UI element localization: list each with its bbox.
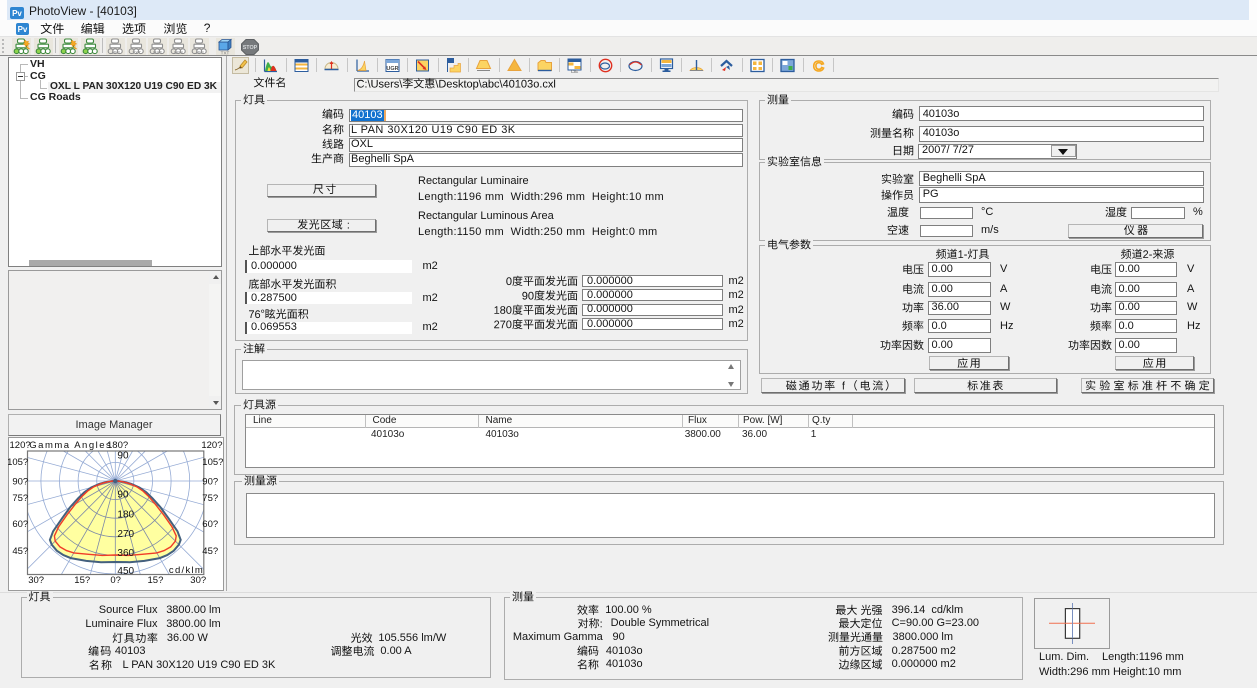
svg-text:45?: 45? — [202, 546, 218, 557]
svg-text:30?: 30? — [190, 575, 206, 586]
svg-text:90?: 90? — [202, 477, 218, 488]
svg-text:60?: 60? — [202, 519, 218, 530]
svg-text:450: 450 — [117, 566, 134, 577]
svg-text:270: 270 — [117, 529, 134, 540]
svg-text:120?: 120? — [201, 440, 222, 451]
svg-text:TXT: TXT — [132, 50, 141, 55]
svg-text:15?: 15? — [74, 575, 90, 586]
svg-text:EPS: EPS — [174, 50, 183, 55]
svg-text:180?: 180? — [107, 440, 128, 451]
svg-text:JPG: JPG — [195, 50, 204, 55]
svg-text:75?: 75? — [202, 493, 218, 504]
svg-text:cd/klm: cd/klm — [169, 565, 204, 576]
svg-text:CIE: CIE — [571, 69, 579, 74]
svg-text:30?: 30? — [28, 575, 44, 586]
svg-text:90: 90 — [117, 450, 129, 461]
svg-text:15?: 15? — [148, 575, 164, 586]
svg-text:JPG: JPG — [111, 50, 120, 55]
svg-text:105?: 105? — [8, 457, 28, 468]
svg-text:180: 180 — [117, 510, 134, 521]
svg-text:UGR: UGR — [386, 66, 398, 72]
svg-text:75?: 75? — [12, 493, 28, 504]
svg-text:C: C — [813, 58, 824, 74]
svg-text:DXF: DXF — [153, 50, 162, 55]
svg-text:360: 360 — [117, 548, 134, 559]
svg-text:45?: 45? — [12, 546, 28, 557]
svg-text:60?: 60? — [12, 519, 28, 530]
svg-text:90: 90 — [117, 490, 129, 501]
svg-text:STOP: STOP — [243, 45, 258, 51]
svg-text:120?: 120? — [10, 440, 31, 451]
svg-text:90?: 90? — [12, 477, 28, 488]
svg-text:Gamma Angles: Gamma Angles — [29, 440, 112, 451]
svg-text:TXT: TXT — [221, 51, 230, 56]
svg-text:105?: 105? — [202, 457, 223, 468]
